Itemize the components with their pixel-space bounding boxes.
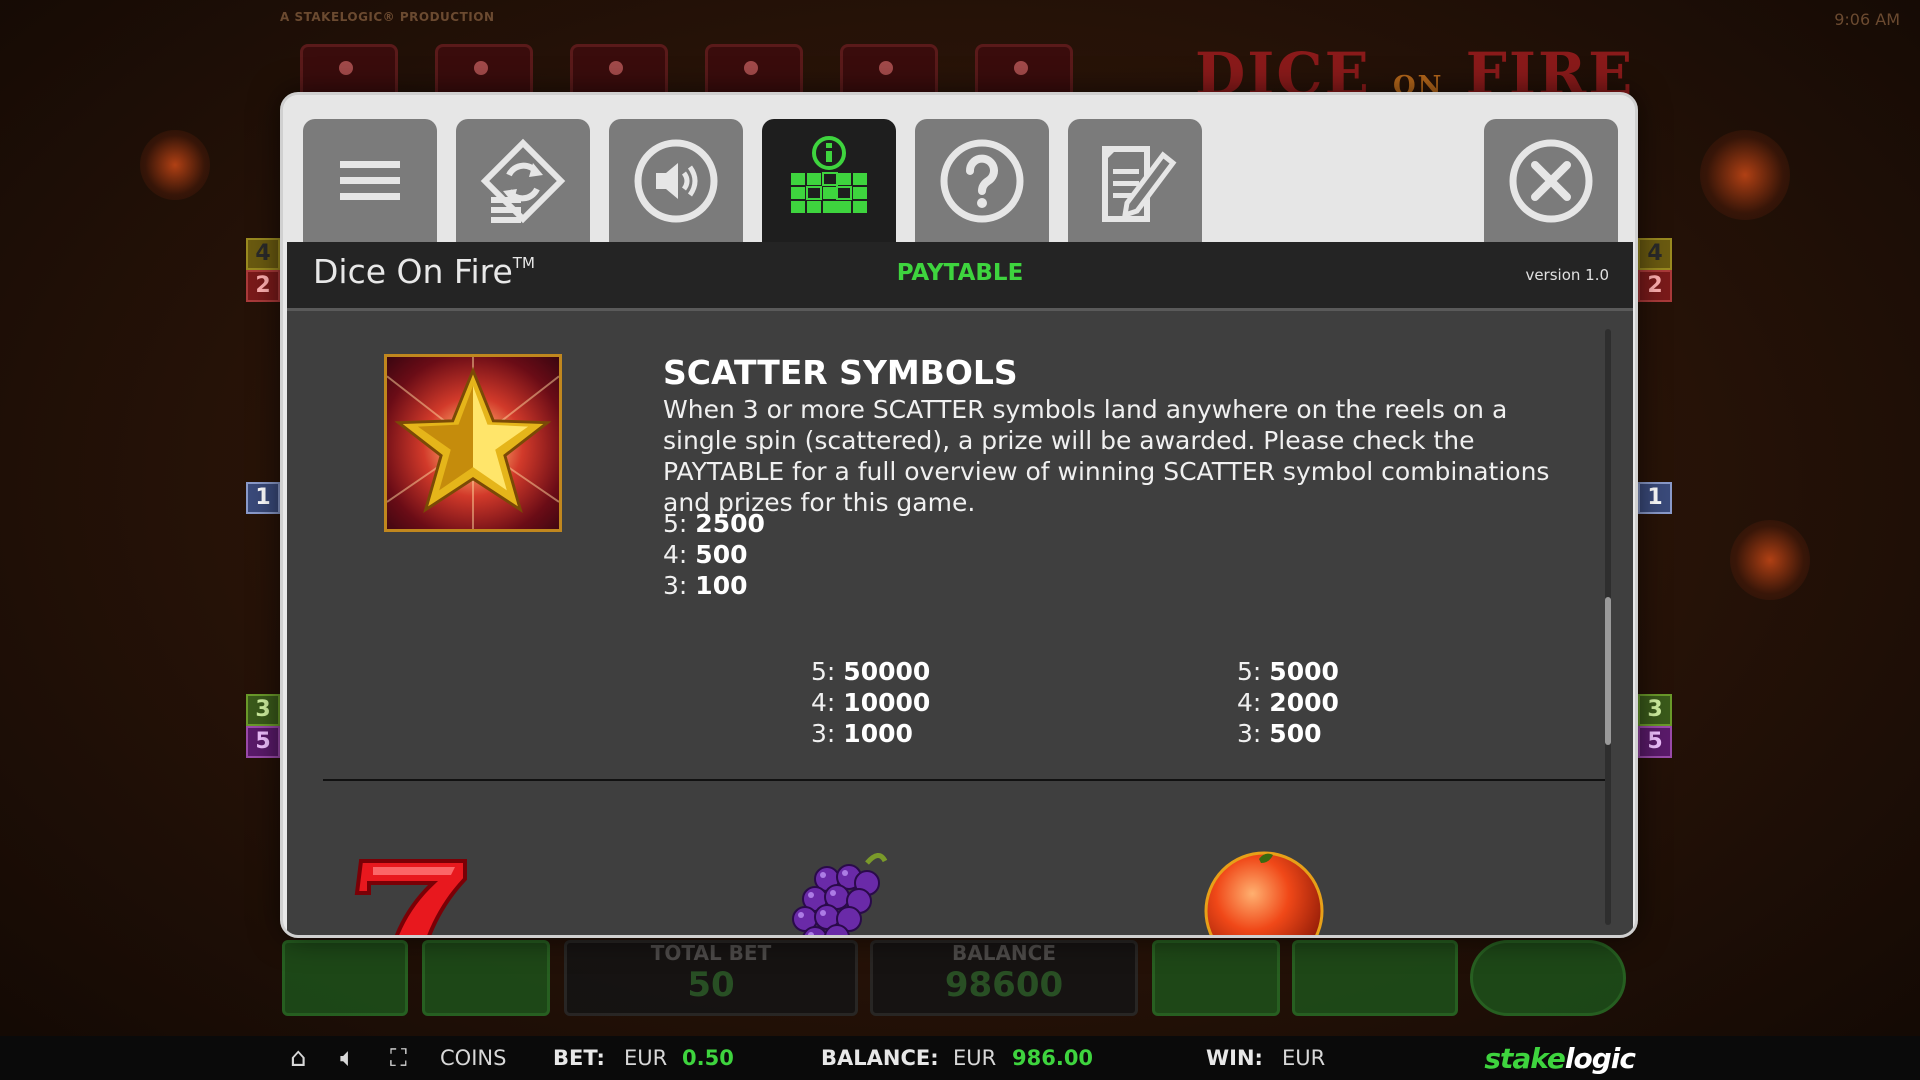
payout-row: 5: 2500 <box>663 509 765 538</box>
divider <box>323 779 1609 781</box>
bg-total-bet: TOTAL BET 50 <box>564 940 858 1016</box>
tab-help[interactable] <box>915 119 1049 242</box>
bg-menu-button <box>282 940 408 1016</box>
scrollbar-thumb[interactable] <box>1605 597 1611 745</box>
payout-row: 3: 100 <box>663 571 748 600</box>
grapes-symbol <box>771 843 901 935</box>
win-currency: EUR <box>1282 1046 1326 1070</box>
bet-label: BET: <box>553 1046 605 1070</box>
status-bar: ⌂ 🔈︎ ⛶ COINS BET: EUR 0.50 BALANCE: EUR … <box>0 1036 1920 1080</box>
line-badge: 4 <box>1638 238 1672 270</box>
section-title: PAYTABLE <box>896 260 1024 286</box>
close-button[interactable] <box>1484 119 1618 242</box>
line-badge: 4 <box>246 238 280 270</box>
tab-menu[interactable] <box>303 119 437 242</box>
bg-balance: BALANCE 98600 <box>870 940 1138 1016</box>
home-icon[interactable]: ⌂ <box>290 1043 307 1073</box>
balance-label: BALANCE: <box>821 1046 939 1070</box>
sound-icon[interactable]: 🔈︎ <box>340 1043 356 1074</box>
grapes-payouts: 5: 5000 4: 2000 3: 500 <box>1237 656 1339 749</box>
line-badge: 2 <box>246 270 280 302</box>
seven-payouts: 5: 50000 4: 10000 3: 1000 <box>811 656 930 749</box>
modal-header: Dice On FireTM PAYTABLE version 1.0 <box>287 242 1633 311</box>
line-badge: 2 <box>1638 270 1672 302</box>
tab-sound[interactable] <box>609 119 743 242</box>
win-label: WIN: <box>1206 1046 1263 1070</box>
coins-toggle[interactable]: COINS <box>440 1046 506 1070</box>
autoplay-icon <box>480 138 566 223</box>
fullscreen-icon[interactable]: ⛶ <box>390 1044 407 1072</box>
bg-spin-button <box>1152 940 1280 1016</box>
scatter-star-symbol <box>384 354 562 532</box>
payout-row: 5: 50000 <box>811 657 931 686</box>
close-circle-icon <box>1509 139 1593 222</box>
paytable-content[interactable]: SCATTER SYMBOLS When 3 or more SCATTER s… <box>287 311 1633 935</box>
line-badge: 1 <box>246 482 280 514</box>
tab-paytable[interactable] <box>762 119 896 242</box>
seven-icon <box>354 859 467 935</box>
scatter-payouts: 5: 2500 4: 500 3: 100 <box>663 508 765 601</box>
payout-row: 3: 500 <box>1237 719 1322 748</box>
tab-history[interactable] <box>1068 119 1202 242</box>
payout-row: 4: 10000 <box>811 688 931 717</box>
paytable-modal: Dice On FireTM PAYTABLE version 1.0 SCAT… <box>280 92 1638 938</box>
balance-currency: EUR <box>953 1046 997 1070</box>
star-icon <box>387 357 559 529</box>
notepad-pen-icon <box>1102 145 1177 222</box>
paytable-icon <box>791 135 867 213</box>
line-badge: 5 <box>1638 726 1672 758</box>
bg-autoplay-button <box>1470 940 1626 1016</box>
bg-lines-button <box>422 940 550 1016</box>
payout-row: 5: 5000 <box>1237 657 1339 686</box>
payout-row: 4: 500 <box>663 540 748 569</box>
question-mark-icon <box>940 139 1024 222</box>
payout-row: 3: 1000 <box>811 719 913 748</box>
balance-value: 986.00 <box>1012 1046 1094 1070</box>
bet-currency: EUR <box>624 1046 668 1070</box>
scatter-description: When 3 or more SCATTER symbols land anyw… <box>663 395 1550 517</box>
speaker-icon <box>634 139 718 222</box>
clock: 9:06 AM <box>1834 10 1900 29</box>
fire-orb <box>140 130 210 200</box>
orange-icon <box>1204 851 1324 935</box>
stakelogic-logo: stakelogic <box>1484 1041 1636 1075</box>
fire-orb <box>1730 520 1810 600</box>
orange-symbol <box>1199 843 1329 935</box>
line-badge: 3 <box>246 694 280 726</box>
grapes-icon <box>792 853 888 935</box>
line-badge: 3 <box>1638 694 1672 726</box>
tab-bar <box>283 95 1635 242</box>
bet-value: 0.50 <box>682 1046 734 1070</box>
hamburger-menu-icon <box>340 160 400 200</box>
fire-orb <box>1700 130 1790 220</box>
bg-max-bet-button <box>1292 940 1458 1016</box>
tab-autoplay[interactable] <box>456 119 590 242</box>
payout-row: 4: 2000 <box>1237 688 1339 717</box>
line-badge: 1 <box>1638 482 1672 514</box>
scatter-heading: SCATTER SYMBOLS <box>663 353 1018 392</box>
line-badge: 5 <box>246 726 280 758</box>
seven-symbol <box>347 843 477 935</box>
version-label: version 1.0 <box>1525 266 1609 284</box>
production-label: A STAKELOGIC® PRODUCTION <box>280 10 495 24</box>
